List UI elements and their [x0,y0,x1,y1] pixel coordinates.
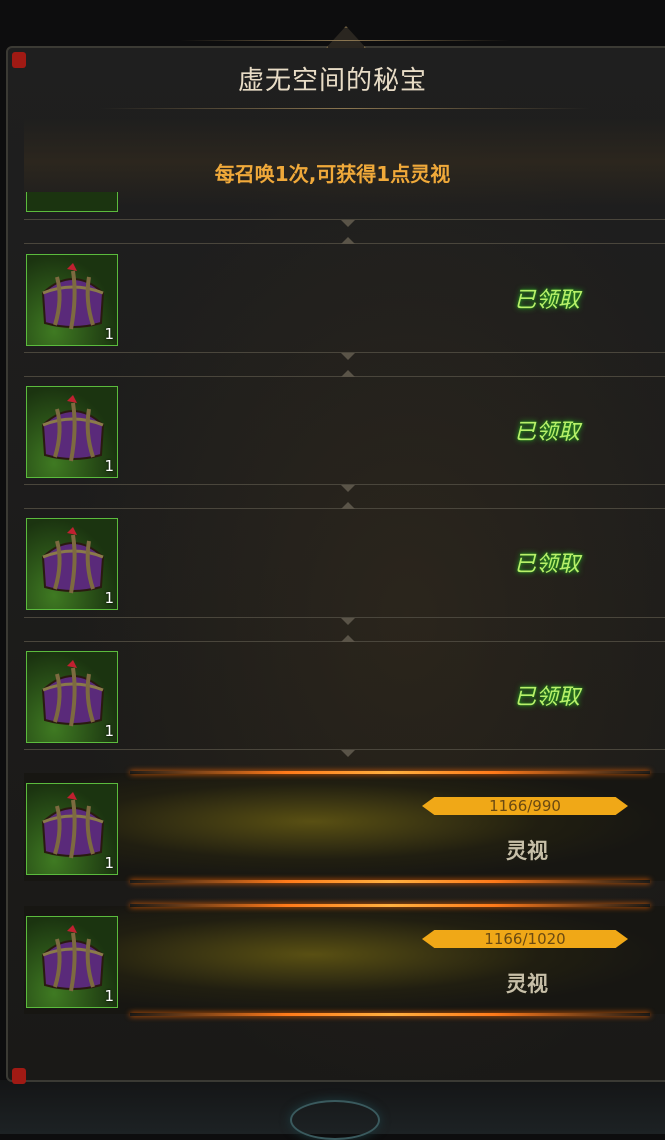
progress-text: 1166/990 [489,797,561,815]
progress-bar: 1166/1020 [422,930,628,948]
reward-row: 1 已领取 [24,376,665,484]
item-count: 1 [104,457,114,475]
row-divider [24,749,665,750]
panel-tab-bottom[interactable] [12,1068,26,1084]
row-divider [24,219,665,220]
treasure-chest-icon [41,925,105,992]
claimable-glow-top [130,771,650,774]
treasure-chest-icon [41,792,105,859]
claimed-status: 已领取 [514,420,581,445]
treasure-chest-icon [41,660,105,727]
claimable-glow-bottom [130,1013,650,1016]
reward-row: 1 已领取 [24,244,665,352]
row-divider [24,352,665,353]
treasure-chest-icon [41,263,105,330]
claimed-status: 已领取 [514,552,581,577]
reward-row-claimable[interactable]: 1 1166/1020 灵视 [24,906,665,1014]
treasure-chest-item[interactable]: 1 [26,386,118,478]
treasure-chest-item[interactable]: 1 [26,916,118,1008]
reward-row: 1 已领取 [24,641,665,749]
progress-text: 1166/1020 [484,930,566,948]
background-emblem [290,1100,380,1140]
item-count: 1 [104,722,114,740]
item-count: 1 [104,987,114,1005]
row-divider [24,617,665,618]
item-count: 1 [104,854,114,872]
treasure-chest-item[interactable]: 1 [26,254,118,346]
treasure-chest-item[interactable]: 1 [26,518,118,610]
title-bottom-line [100,108,590,109]
treasure-chest-icon [41,527,105,594]
title-ornament-icon [326,26,366,48]
treasure-chest-item[interactable]: 1 [26,651,118,743]
item-count: 1 [104,325,114,343]
panel-title: 虚无空间的秘宝 [237,66,427,96]
claimable-glow-top [130,904,650,907]
item-count: 1 [104,589,114,607]
partial-item-icon[interactable] [26,192,118,212]
reward-row: 1 已领取 [24,508,665,616]
row-divider [24,484,665,485]
title-top-line [180,40,510,41]
claimed-status: 已领取 [514,685,581,710]
treasure-chest-item[interactable]: 1 [26,783,118,875]
summon-rule-text: 每召唤1次,可获得1点灵视 [214,162,451,186]
progress-bar: 1166/990 [422,797,628,815]
lingshi-label: 灵视 [506,839,548,863]
claimable-glow-bottom [130,880,650,883]
claimed-status: 已领取 [514,288,581,313]
lingshi-label: 灵视 [506,972,548,996]
treasure-chest-icon [41,395,105,462]
reward-row-claimable[interactable]: 1 1166/990 灵视 [24,773,665,881]
